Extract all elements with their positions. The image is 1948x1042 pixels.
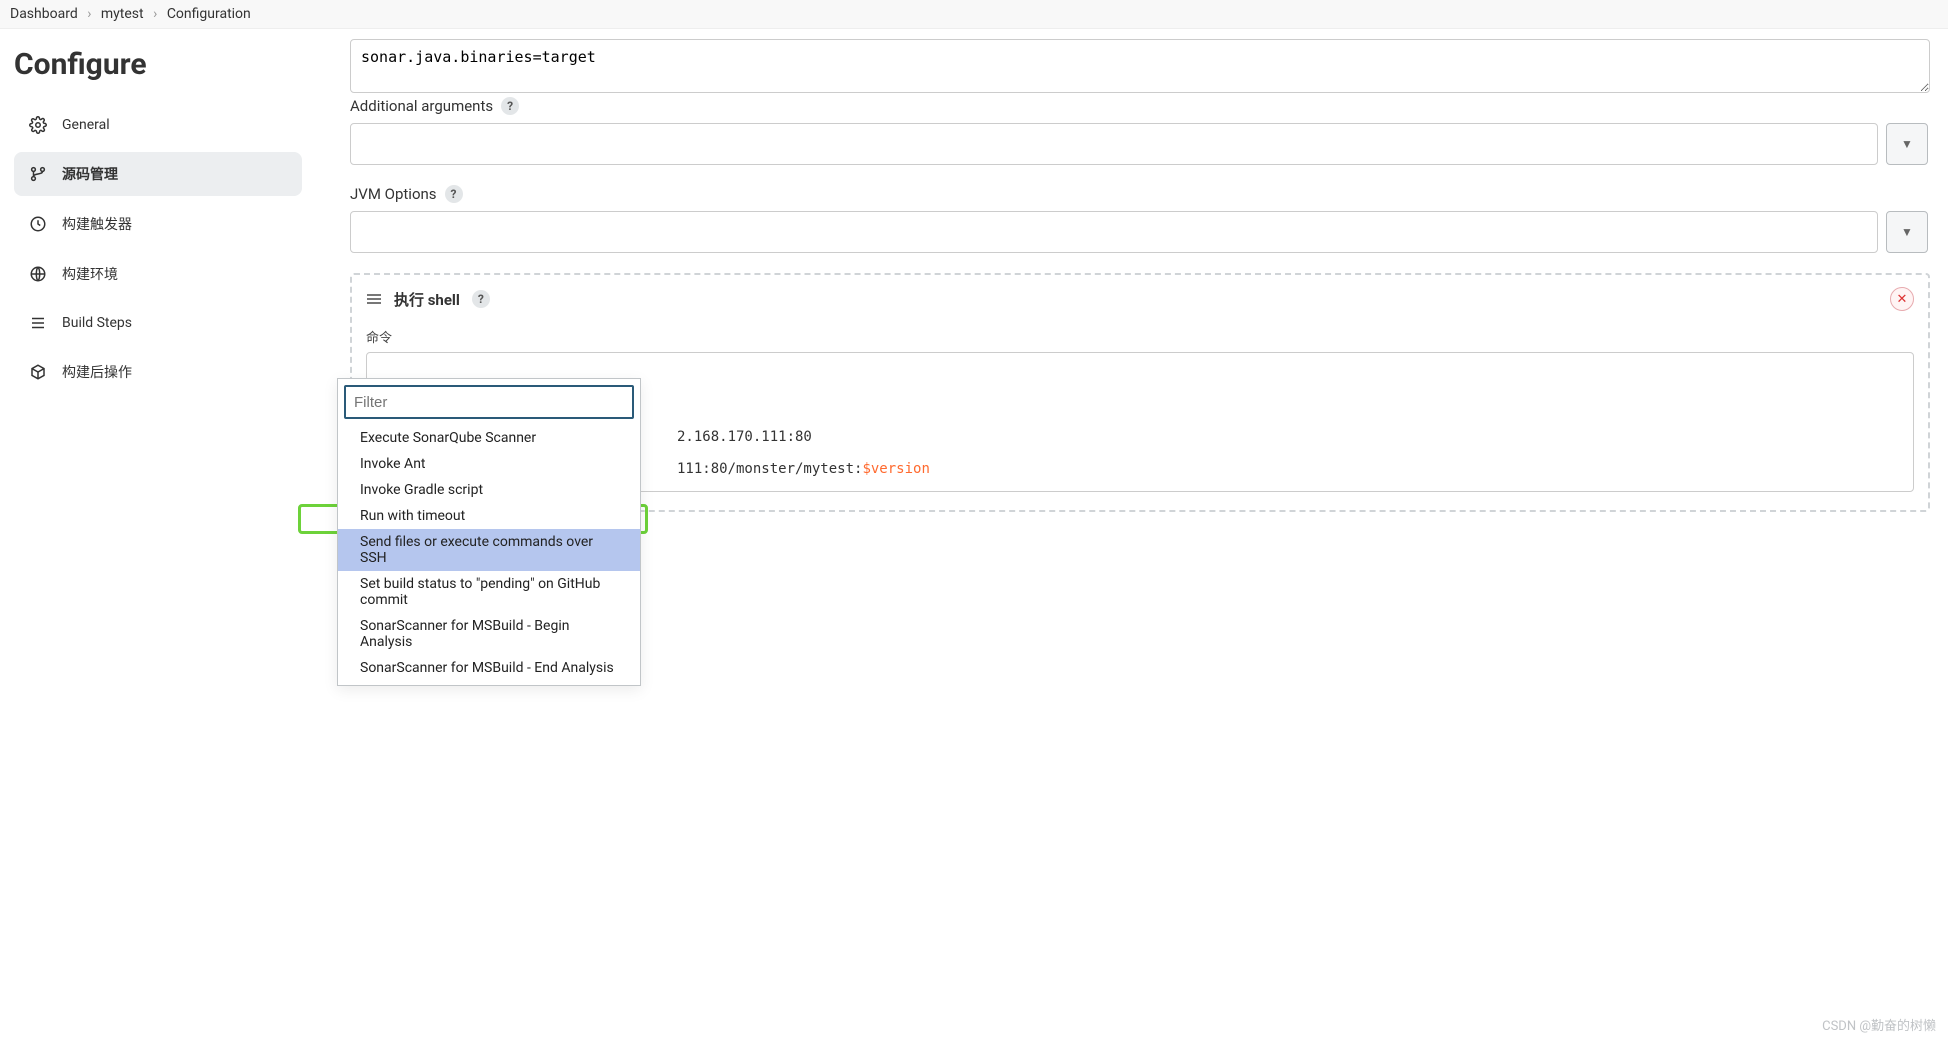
dropdown-item[interactable]: SonarScanner for MSBuild - Begin Analysi… bbox=[338, 613, 640, 655]
additional-arguments-label: Additional arguments bbox=[350, 97, 493, 115]
sidebar-item-general[interactable]: General bbox=[14, 104, 302, 146]
branch-icon bbox=[28, 165, 48, 183]
sidebar-item-label: Build Steps bbox=[62, 315, 132, 331]
breadcrumb-dashboard[interactable]: Dashboard bbox=[10, 6, 78, 22]
breadcrumb-page[interactable]: Configuration bbox=[167, 6, 251, 22]
add-step-dropdown: Execute SonarQube ScannerInvoke AntInvok… bbox=[337, 378, 641, 686]
close-icon: ✕ bbox=[1897, 292, 1908, 307]
chevron-right-icon: › bbox=[87, 6, 91, 22]
help-icon[interactable]: ? bbox=[472, 290, 490, 308]
chevron-right-icon: › bbox=[153, 6, 157, 22]
dropdown-filter-input[interactable] bbox=[344, 385, 634, 419]
sidebar-item-label: 源码管理 bbox=[62, 164, 118, 184]
sidebar-item-build-steps[interactable]: Build Steps bbox=[14, 302, 302, 344]
sidebar-item-label: 构建触发器 bbox=[62, 214, 132, 234]
package-icon bbox=[28, 363, 48, 381]
help-icon[interactable]: ? bbox=[445, 185, 463, 203]
sidebar-item-post-build[interactable]: 构建后操作 bbox=[14, 350, 302, 394]
additional-arguments-input[interactable] bbox=[350, 123, 1878, 165]
watermark-text: CSDN @勤奋的树懒 bbox=[1822, 1015, 1936, 1034]
sidebar-item-scm[interactable]: 源码管理 bbox=[14, 152, 302, 196]
help-icon[interactable]: ? bbox=[501, 97, 519, 115]
dropdown-item[interactable]: Invoke Ant bbox=[338, 451, 640, 477]
sidebar-item-environment[interactable]: 构建环境 bbox=[14, 252, 302, 296]
steps-icon bbox=[28, 314, 48, 332]
dropdown-item[interactable]: Send files or execute commands over SSH bbox=[338, 529, 640, 571]
dropdown-item[interactable]: Run with timeout bbox=[338, 503, 640, 529]
gear-icon bbox=[28, 116, 48, 134]
shell-step-title: 执行 shell bbox=[394, 289, 460, 310]
variable-token: $version bbox=[862, 461, 929, 477]
dropdown-item[interactable]: Set build status to "pending" on GitHub … bbox=[338, 571, 640, 613]
page-title: Configure bbox=[14, 47, 302, 82]
dropdown-item[interactable]: 执行 Windows 批处理命令 bbox=[338, 681, 640, 685]
jvm-options-label: JVM Options bbox=[350, 185, 437, 203]
globe-icon bbox=[28, 265, 48, 283]
chevron-down-icon: ▼ bbox=[1901, 225, 1913, 239]
sidebar-item-label: General bbox=[62, 117, 110, 133]
drag-handle-icon[interactable] bbox=[366, 293, 382, 305]
additional-arguments-expand-button[interactable]: ▼ bbox=[1886, 123, 1928, 165]
breadcrumb-project[interactable]: mytest bbox=[101, 6, 144, 22]
jvm-options-expand-button[interactable]: ▼ bbox=[1886, 211, 1928, 253]
sidebar-item-label: 构建环境 bbox=[62, 264, 118, 284]
command-label: 命令 bbox=[366, 327, 1914, 346]
dropdown-item[interactable]: Invoke Gradle script bbox=[338, 477, 640, 503]
jvm-options-input[interactable] bbox=[350, 211, 1878, 253]
dropdown-item[interactable]: Execute SonarQube Scanner bbox=[338, 425, 640, 451]
sidebar-item-triggers[interactable]: 构建触发器 bbox=[14, 202, 302, 246]
breadcrumb: Dashboard › mytest › Configuration bbox=[0, 0, 1948, 29]
remove-step-button[interactable]: ✕ bbox=[1890, 287, 1914, 311]
analysis-properties-textarea[interactable]: sonar.java.binaries=target bbox=[350, 39, 1930, 93]
sidebar: Configure General 源码管理 构建触发器 构建环境 bbox=[0, 29, 310, 650]
sidebar-item-label: 构建后操作 bbox=[62, 362, 132, 382]
clock-icon bbox=[28, 215, 48, 233]
dropdown-item[interactable]: SonarScanner for MSBuild - End Analysis bbox=[338, 655, 640, 681]
chevron-down-icon: ▼ bbox=[1901, 137, 1913, 151]
